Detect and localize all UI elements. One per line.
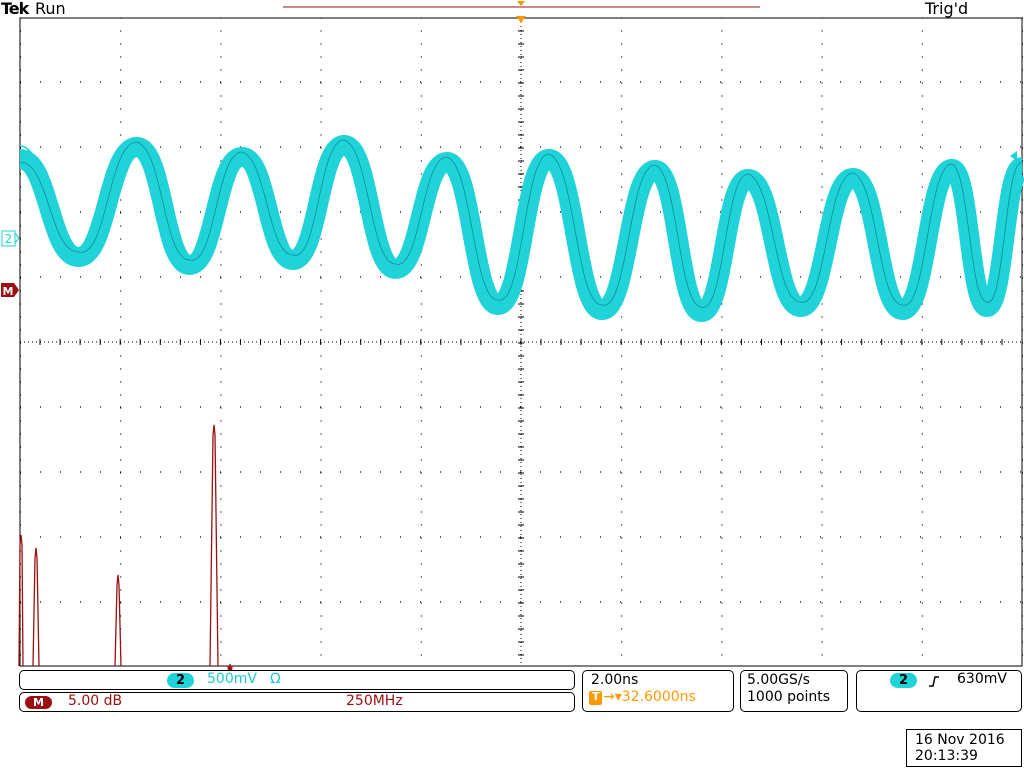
trigger-settings-box[interactable]: 2 630mV: [856, 670, 1022, 712]
math-channel-badge: M: [25, 696, 52, 709]
horizontal-scale: 2.00ns: [591, 672, 639, 688]
math-ground-marker[interactable]: M: [1, 283, 19, 298]
trigger-source-badge: 2: [890, 673, 918, 688]
timebase-box[interactable]: 2.00ns T →▾32.6000ns: [582, 670, 734, 712]
math-settings-box[interactable]: M 5.00 dB 250MHz: [19, 692, 575, 712]
acquisition-box[interactable]: 5.00GS/s 1000 points: [740, 670, 848, 712]
trigger-delay: →▾32.6000ns: [603, 689, 696, 705]
trigger-level: 630mV: [957, 671, 1007, 687]
ch2-scale: 500mV: [207, 671, 257, 687]
math-center-frequency: 250MHz: [346, 693, 403, 709]
ch2-channel-badge: 2: [167, 673, 195, 688]
math-marker-label: M: [3, 285, 14, 298]
rising-edge-icon: [929, 676, 939, 687]
record-length: 1000 points: [747, 689, 831, 705]
waveform-display: 2 M: [1, 1, 1024, 675]
ch2-marker-label: 2: [5, 232, 13, 246]
ch2-ground-marker[interactable]: 2: [1, 230, 20, 247]
ch2-termination-icon: Ω: [270, 671, 281, 687]
trigger-position-icon: T: [589, 690, 602, 705]
math-scale: 5.00 dB: [68, 693, 123, 709]
ch2-settings-box[interactable]: 2 500mV Ω: [19, 670, 575, 690]
time: 20:13:39: [915, 748, 978, 764]
trigger-position-top-icon[interactable]: [517, 1, 525, 6]
date: 16 Nov 2016: [915, 732, 1005, 748]
date-time-box: 16 Nov 2016 20:13:39: [906, 729, 1022, 767]
sample-rate: 5.00GS/s: [747, 672, 810, 688]
